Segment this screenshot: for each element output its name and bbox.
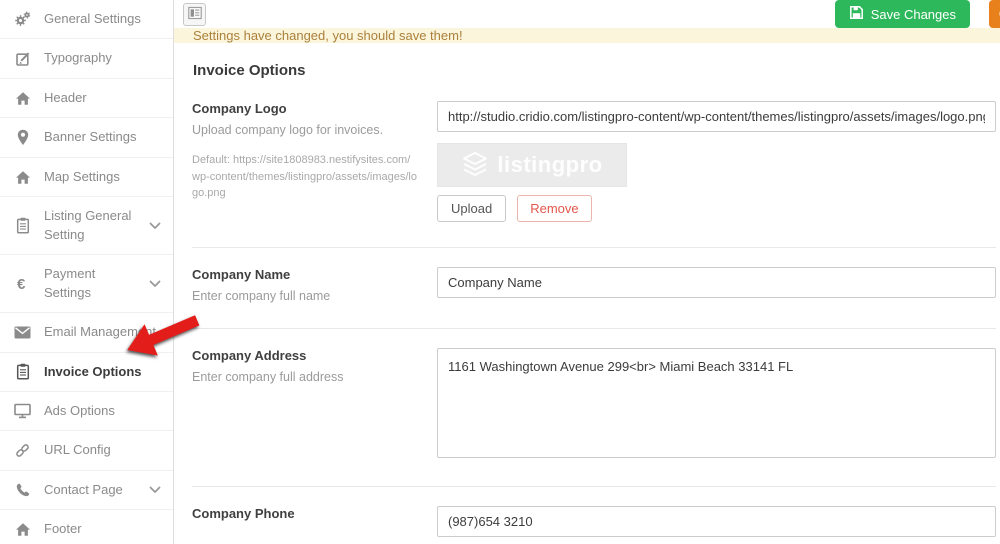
sidebar-item-general-settings[interactable]: General Settings: [0, 0, 173, 40]
remove-button[interactable]: Remove: [517, 195, 592, 222]
save-changes-button[interactable]: Save Changes: [834, 0, 970, 28]
notice-text: Settings have changed, you should save t…: [193, 28, 463, 43]
unsaved-changes-notice: Settings have changed, you should save t…: [174, 28, 1000, 43]
sidebar-item-footer[interactable]: Footer: [0, 510, 173, 544]
settings-sidebar: General Settings Typography Header Banne…: [0, 0, 174, 544]
home-icon: [13, 91, 32, 106]
phone-icon: [13, 482, 32, 498]
layers-icon: [461, 151, 489, 180]
invoice-options-section: Invoice Options Company Logo Upload comp…: [174, 43, 1000, 544]
company-name-label: Company Name: [192, 267, 291, 282]
company-logo-row: Company Logo Upload company logo for inv…: [192, 101, 996, 247]
company-logo-label: Company Logo: [192, 101, 287, 116]
desktop-icon: [13, 403, 32, 419]
listingpro-settings-app: General Settings Typography Header Banne…: [0, 0, 1000, 544]
logo-url-input[interactable]: [437, 101, 996, 132]
company-address-description: Enter company full address: [192, 370, 344, 384]
sidebar-item-payment-settings[interactable]: € Payment Settings: [0, 255, 173, 314]
company-phone-row: Company Phone: [192, 486, 996, 544]
envelope-icon: [13, 326, 32, 339]
sidebar-item-banner-settings[interactable]: Banner Settings: [0, 118, 173, 158]
company-logo-default-note: Default: https://site1808983.nestifysite…: [192, 154, 417, 199]
sidebar-item-contact-page[interactable]: Contact Page: [0, 471, 173, 511]
sidebar-item-url-config[interactable]: URL Config: [0, 431, 173, 471]
company-name-input[interactable]: [437, 267, 996, 298]
sidebar-item-invoice-options[interactable]: Invoice Options: [0, 353, 173, 392]
euro-icon: €: [13, 276, 32, 292]
upload-button[interactable]: Upload: [437, 195, 507, 222]
edit-icon: [13, 51, 32, 67]
reset-button[interactable]: [989, 0, 1000, 28]
floppy-icon: [849, 5, 864, 23]
logo-wordmark: listingpro: [497, 152, 603, 177]
topbar: Save Changes: [174, 0, 1000, 28]
link-icon: [13, 442, 32, 459]
company-logo-description: Upload company logo for invoices.: [192, 123, 384, 137]
panel-toggle-icon: [187, 6, 202, 23]
panel-toggle-button[interactable]: [183, 2, 206, 26]
sidebar-item-listing-general-setting[interactable]: Listing General Setting: [0, 197, 173, 256]
company-phone-input[interactable]: [437, 506, 996, 537]
sidebar-item-email-management[interactable]: Email Management: [0, 313, 173, 353]
gears-icon: [13, 11, 32, 27]
chevron-down-icon: [149, 222, 161, 230]
chevron-down-icon: [149, 280, 161, 288]
home-icon: [13, 522, 32, 537]
company-address-label: Company Address: [192, 348, 307, 363]
company-name-row: Company Name Enter company full name: [192, 247, 996, 328]
home-icon: [13, 170, 32, 185]
sidebar-item-map-settings[interactable]: Map Settings: [0, 158, 173, 198]
map-marker-icon: [13, 129, 32, 146]
save-changes-label: Save Changes: [870, 6, 956, 22]
sidebar-item-header[interactable]: Header: [0, 79, 173, 119]
chevron-down-icon: [149, 486, 161, 494]
sidebar-item-ads-options[interactable]: Ads Options: [0, 392, 173, 432]
company-name-description: Enter company full name: [192, 289, 331, 303]
clipboard-icon: [13, 217, 32, 234]
svg-text:€: €: [17, 276, 26, 292]
company-phone-label: Company Phone: [192, 506, 295, 521]
logo-preview: listingpro: [437, 143, 627, 187]
main-panel: Save Changes Settings have changed, you …: [174, 0, 1000, 544]
sidebar-item-typography[interactable]: Typography: [0, 39, 173, 79]
company-address-row: Company Address Enter company full addre…: [192, 328, 996, 486]
clipboard-icon: [13, 363, 32, 380]
page-title: Invoice Options: [193, 62, 306, 79]
company-address-textarea[interactable]: 1161 Washingtown Avenue 299<br> Miami Be…: [437, 348, 996, 458]
